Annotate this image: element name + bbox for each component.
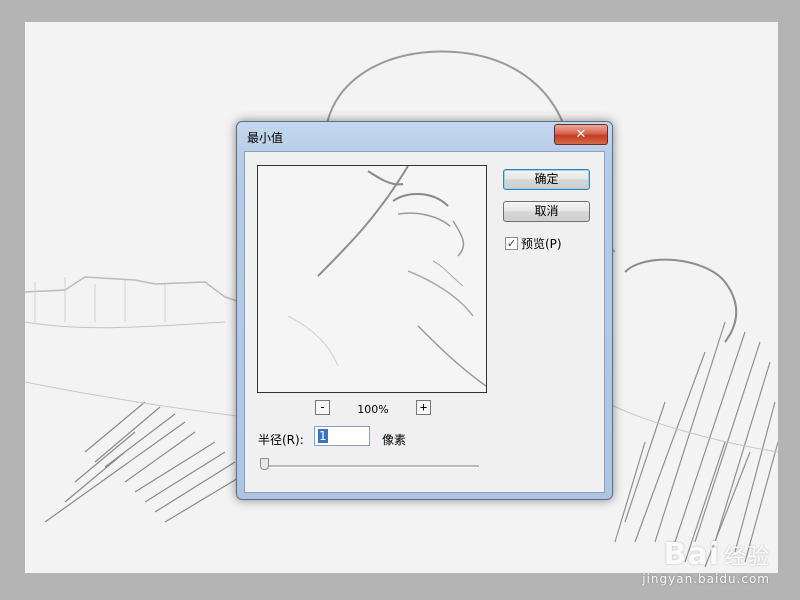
radius-slider-thumb[interactable] xyxy=(260,458,269,470)
radius-value: 1 xyxy=(318,429,328,443)
zoom-level: 100% xyxy=(357,403,389,416)
close-icon: ✕ xyxy=(575,127,587,142)
dialog-body: - 100% + 确定 取消 ✓ 预览(P) 半径(R): 1 像素 xyxy=(244,151,605,493)
zoom-in-button[interactable]: + xyxy=(416,400,431,415)
radius-slider-track[interactable] xyxy=(260,465,479,468)
radius-unit-label: 像素 xyxy=(382,433,407,447)
watermark: Bai 经验 jingyan.baidu.com xyxy=(642,537,770,586)
preview-option[interactable]: ✓ 预览(P) xyxy=(505,235,562,252)
preview-image xyxy=(258,166,486,392)
radius-input[interactable]: 1 xyxy=(314,426,370,446)
radius-label: 半径(R): xyxy=(258,433,304,447)
watermark-logo: Bai 经验 xyxy=(642,537,770,572)
minimum-filter-dialog: 最小值 ✕ - 100% + 确定 取消 ✓ 预览(P) 半径(R): 1 像素 xyxy=(236,121,613,500)
watermark-logo-suffix: 经验 xyxy=(723,545,770,570)
preview-label: 预览(P) xyxy=(521,237,562,251)
zoom-out-button[interactable]: - xyxy=(315,400,330,415)
watermark-url: jingyan.baidu.com xyxy=(642,572,770,586)
ok-button[interactable]: 确定 xyxy=(503,169,590,190)
filter-preview[interactable] xyxy=(257,165,487,393)
watermark-logo-text: Bai xyxy=(663,537,720,572)
cancel-button[interactable]: 取消 xyxy=(503,201,590,222)
close-button[interactable]: ✕ xyxy=(554,124,608,145)
dialog-title: 最小值 xyxy=(247,131,284,145)
preview-checkbox[interactable]: ✓ xyxy=(505,237,518,250)
